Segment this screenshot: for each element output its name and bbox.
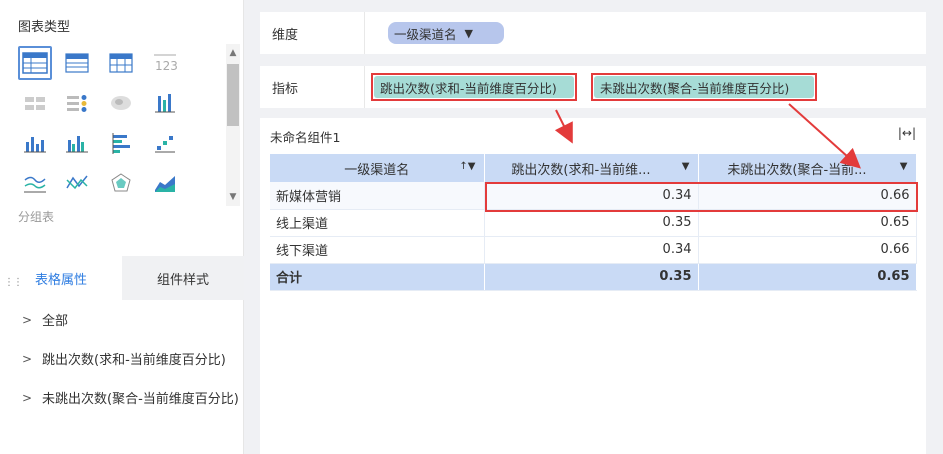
prop-item-bounce-count[interactable]: > 跳出次数(求和-当前维度百分比)	[0, 339, 244, 378]
cell-total-bounce: 0.35	[484, 263, 699, 291]
cell-bounce: 0.35	[484, 209, 699, 237]
line-chart-icon[interactable]	[60, 166, 94, 200]
chart-type-title: 图表类型	[18, 20, 71, 35]
prop-item-all[interactable]: > 全部	[0, 300, 244, 339]
chevron-right-icon: >	[22, 312, 33, 327]
editor-canvas: 维度 一级渠道名 ▼ 指标 跳出次数(求和-当前维度百分比) 未跳出次数(聚合-…	[244, 0, 943, 454]
kpi-card-icon[interactable]	[18, 86, 52, 120]
grouped-bar-icon[interactable]	[60, 126, 94, 160]
cell-total-label: 合计	[270, 263, 485, 291]
heat-map-icon[interactable]	[104, 86, 138, 120]
cell-non-bounce: 0.65	[698, 209, 917, 237]
stacked-bar-icon[interactable]	[148, 86, 182, 120]
arrow-to-non-bounce-column	[788, 103, 861, 169]
table-row: 线下渠道 0.34 0.66	[270, 236, 917, 264]
prop-item-label: 跳出次数(求和-当前维度百分比)	[42, 353, 226, 368]
number-card-icon[interactable]: 123	[148, 46, 182, 80]
detail-table-icon[interactable]	[60, 46, 94, 80]
stacked-area-icon[interactable]	[148, 166, 182, 200]
group-table-icon[interactable]	[18, 46, 52, 80]
scroll-up-icon[interactable]: ▲	[226, 46, 240, 60]
scroll-thumb[interactable]	[227, 64, 239, 126]
prop-item-label: 未跳出次数(聚合-当前维度百分比)	[42, 392, 239, 407]
radar-chart-icon[interactable]	[104, 166, 138, 200]
table-total-row: 合计 0.35 0.65	[270, 263, 917, 291]
chevron-right-icon: >	[22, 351, 33, 366]
cell-channel: 线下渠道	[270, 236, 485, 264]
area-chart-icon[interactable]	[18, 166, 52, 200]
arrow-to-bounce-column	[554, 109, 573, 144]
scroll-down-icon[interactable]: ▼	[226, 190, 240, 204]
tab-component-style[interactable]: 组件样式	[122, 256, 244, 300]
table-row: 线上渠道 0.35 0.65	[270, 209, 917, 237]
cell-bounce: 0.34	[484, 236, 699, 264]
waterfall-icon[interactable]	[148, 126, 182, 160]
drag-handle-icon[interactable]: ⋮⋮	[4, 278, 23, 288]
cell-total-non-bounce: 0.65	[698, 263, 917, 291]
left-panel: 图表类型 123 ▲ ▼ 分组表 表格属性 组件样式 ⋮⋮ > 全部 > 跳出次…	[0, 0, 244, 454]
cross-table-icon[interactable]	[104, 46, 138, 80]
bar-chart-icon[interactable]	[18, 126, 52, 160]
chevron-right-icon: >	[22, 390, 33, 405]
horizontal-bar-icon[interactable]	[104, 126, 138, 160]
annotation-arrows	[554, 103, 861, 169]
svg-text:123: 123	[155, 59, 178, 73]
cell-channel: 线上渠道	[270, 209, 485, 237]
indicator-list-icon[interactable]	[60, 86, 94, 120]
property-tabs: 表格属性 组件样式	[0, 256, 244, 300]
chart-type-scrollbar[interactable]: ▲ ▼	[226, 44, 240, 206]
selected-chart-caption: 分组表	[18, 210, 55, 224]
property-list: > 全部 > 跳出次数(求和-当前维度百分比) > 未跳出次数(聚合-当前维度百…	[0, 300, 244, 417]
cell-non-bounce: 0.66	[698, 236, 917, 264]
prop-item-non-bounce-count[interactable]: > 未跳出次数(聚合-当前维度百分比)	[0, 378, 244, 417]
prop-item-label: 全部	[42, 314, 69, 329]
